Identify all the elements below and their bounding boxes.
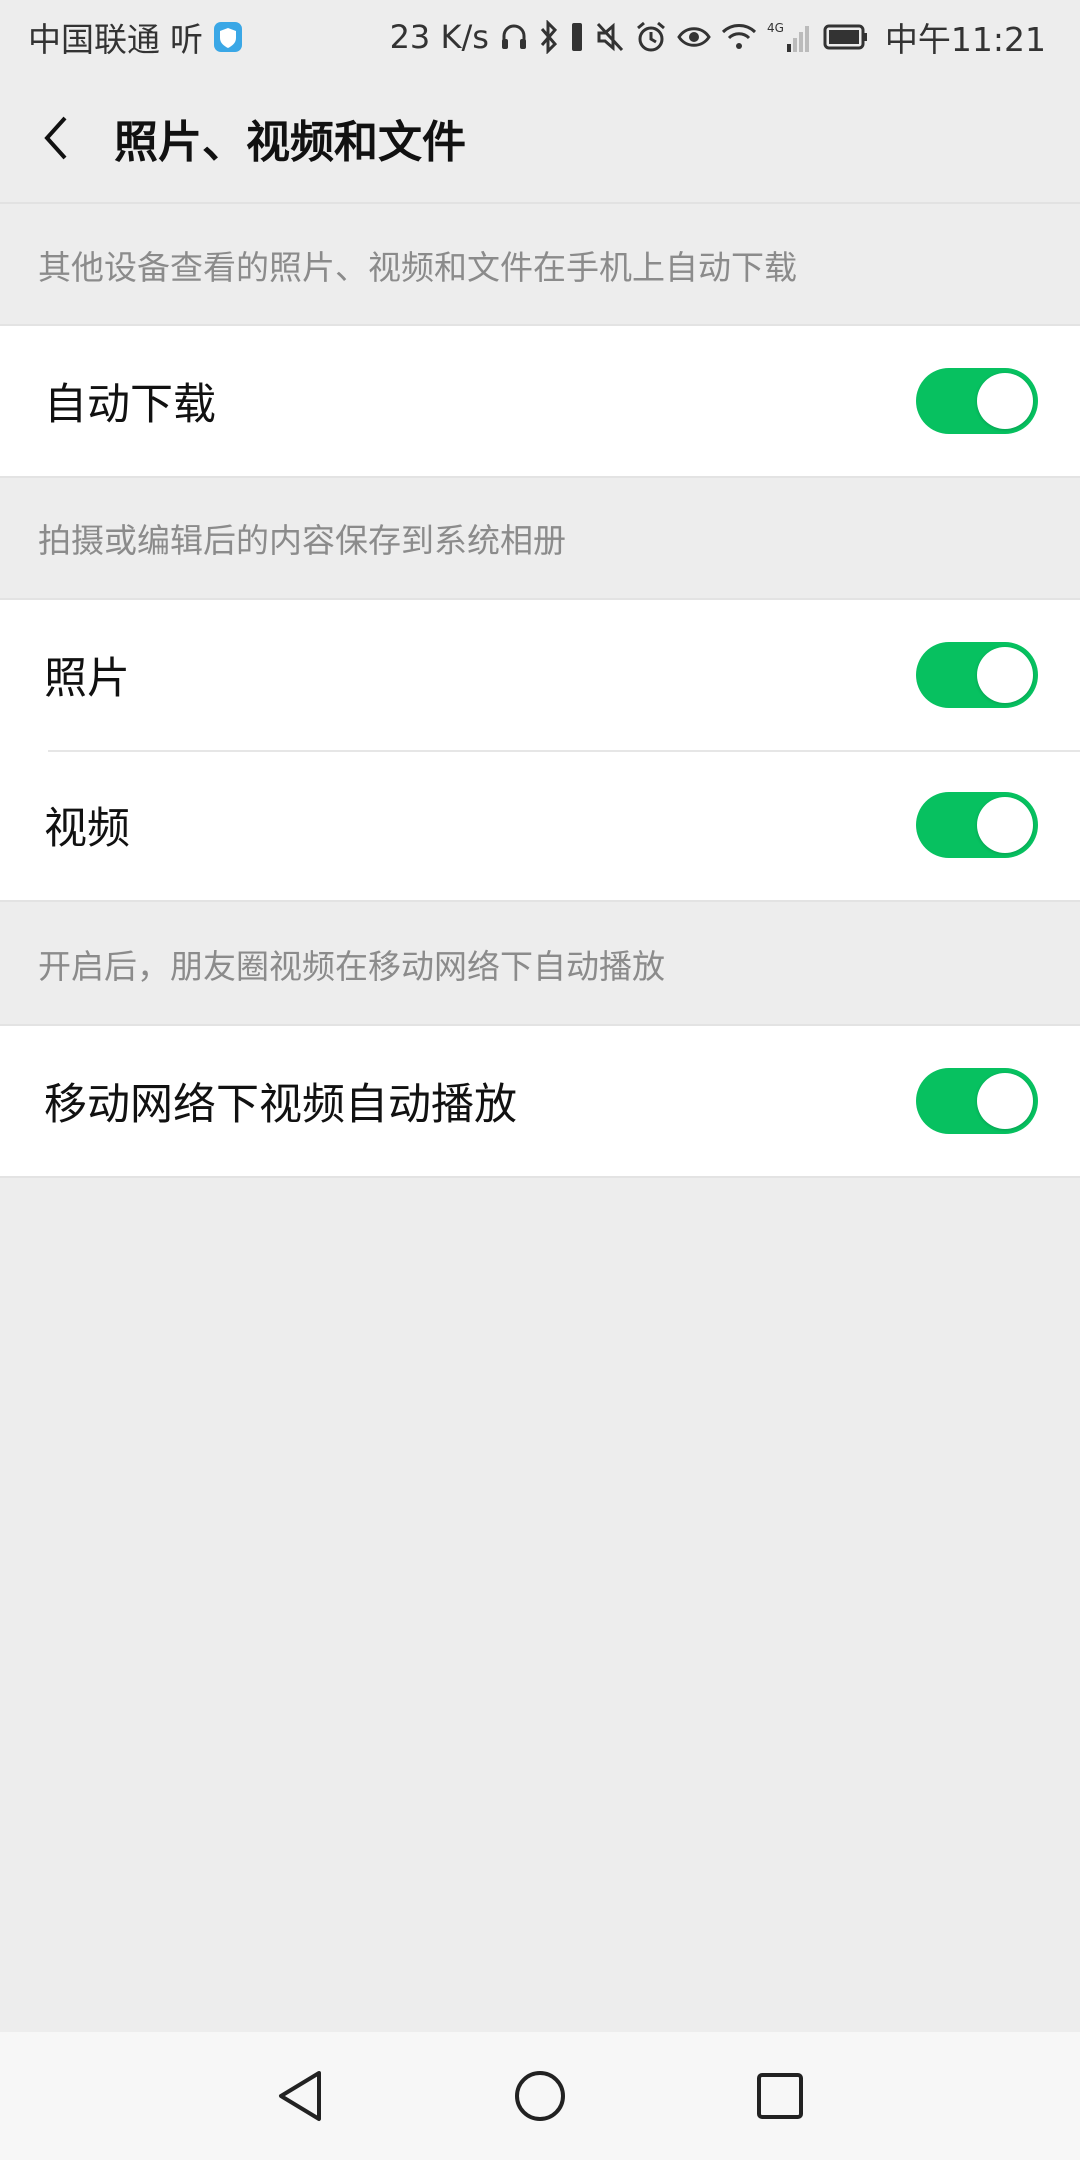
settings-card-auto-download: 自动下载: [0, 324, 1080, 478]
shield-icon: [213, 21, 243, 53]
section-hint-auto-download: 其他设备查看的照片、视频和文件在手机上自动下载: [38, 248, 797, 287]
section-hint-autoplay: 开启后，朋友圈视频在移动网络下自动播放: [38, 947, 665, 986]
nav-back-button[interactable]: [240, 2036, 360, 2156]
page-title: 照片、视频和文件: [114, 117, 466, 168]
home-circle-icon: [515, 2071, 565, 2121]
screen: 中国联通 听 23 K/s 4G 中午11:21 照片、视频和文件 其他设备查看…: [0, 0, 1080, 2160]
toggle-knob: [977, 647, 1033, 703]
settings-card-autoplay: 移动网络下视频自动播放: [0, 1024, 1080, 1178]
bluetooth-icon: [539, 20, 559, 54]
wifi-icon: [721, 22, 757, 52]
recents-square-icon: [757, 2073, 803, 2119]
setting-row-videos[interactable]: 视频: [0, 750, 1080, 900]
status-bar: 中国联通 听 23 K/s 4G 中午11:21: [0, 0, 1080, 74]
headset-icon: [499, 21, 529, 53]
setting-label: 自动下载: [44, 380, 216, 430]
battery-icon: [823, 24, 869, 50]
eye-icon: [677, 23, 711, 51]
status-left: 中国联通 听: [28, 13, 253, 61]
back-triangle-icon: [279, 2071, 321, 2121]
toggle-knob: [977, 797, 1033, 853]
signal-icon: 4G: [767, 20, 813, 54]
system-nav-bar: [0, 2032, 1080, 2160]
network-type-label: 4G: [767, 21, 784, 35]
photos-toggle[interactable]: [916, 642, 1038, 708]
nav-recents-button[interactable]: [720, 2036, 840, 2156]
toggle-knob: [977, 1073, 1033, 1129]
mobile-autoplay-toggle[interactable]: [916, 1068, 1038, 1134]
mute-icon: [595, 21, 625, 53]
setting-label: 视频: [44, 804, 130, 854]
setting-row-mobile-autoplay[interactable]: 移动网络下视频自动播放: [0, 1026, 1080, 1176]
status-right: 23 K/s 4G 中午11:21: [390, 13, 1056, 61]
videos-toggle[interactable]: [916, 792, 1038, 858]
setting-label: 移动网络下视频自动播放: [44, 1080, 517, 1130]
title-bar: 照片、视频和文件: [0, 74, 1080, 204]
back-button[interactable]: [8, 73, 104, 203]
settings-card-save-album: 照片 视频: [0, 598, 1080, 902]
carrier-name: 中国联通: [28, 20, 160, 59]
nav-home-button[interactable]: [480, 2036, 600, 2156]
setting-row-photos[interactable]: 照片: [0, 600, 1080, 750]
carrier-app-label: 听: [170, 20, 203, 59]
net-speed: 23 K/s: [389, 18, 489, 56]
setting-label: 照片: [44, 654, 130, 704]
toggle-knob: [977, 373, 1033, 429]
vibrate-icon: [569, 21, 585, 53]
alarm-icon: [635, 21, 667, 53]
status-time: 中午11:21: [884, 20, 1046, 59]
section-hint-save-album: 拍摄或编辑后的内容保存到系统相册: [38, 521, 566, 560]
auto-download-toggle[interactable]: [916, 368, 1038, 434]
chevron-left-icon: [44, 116, 67, 160]
setting-row-auto-download[interactable]: 自动下载: [0, 326, 1080, 476]
